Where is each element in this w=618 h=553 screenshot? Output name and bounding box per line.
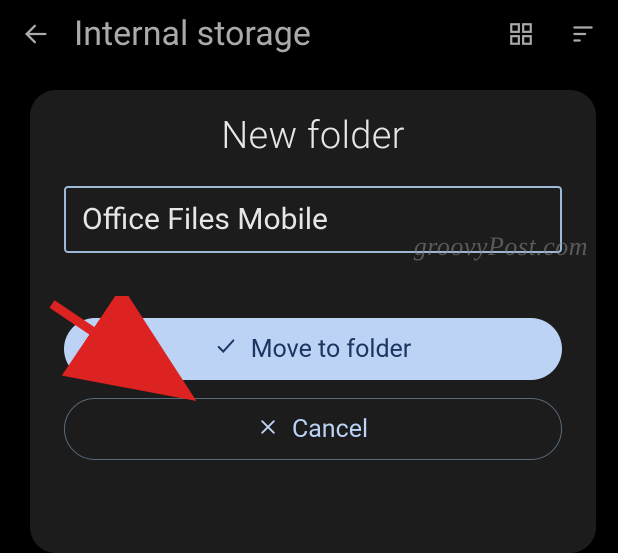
- cancel-button[interactable]: Cancel: [64, 398, 562, 460]
- page-title: Internal storage: [74, 14, 484, 54]
- sort-icon[interactable]: [570, 21, 596, 47]
- cancel-button-label: Cancel: [292, 415, 368, 444]
- app-bar: Internal storage: [0, 0, 618, 68]
- move-to-folder-button[interactable]: Move to folder: [64, 318, 562, 380]
- close-icon: [258, 415, 278, 444]
- grid-view-icon[interactable]: [508, 21, 534, 47]
- move-button-label: Move to folder: [251, 335, 412, 364]
- back-icon[interactable]: [22, 20, 50, 48]
- new-folder-dialog: New folder Move to folder Cancel: [30, 90, 596, 553]
- folder-name-input[interactable]: [82, 202, 544, 237]
- check-icon: [215, 335, 237, 364]
- folder-name-field-wrap[interactable]: [64, 186, 562, 253]
- dialog-title: New folder: [64, 114, 562, 158]
